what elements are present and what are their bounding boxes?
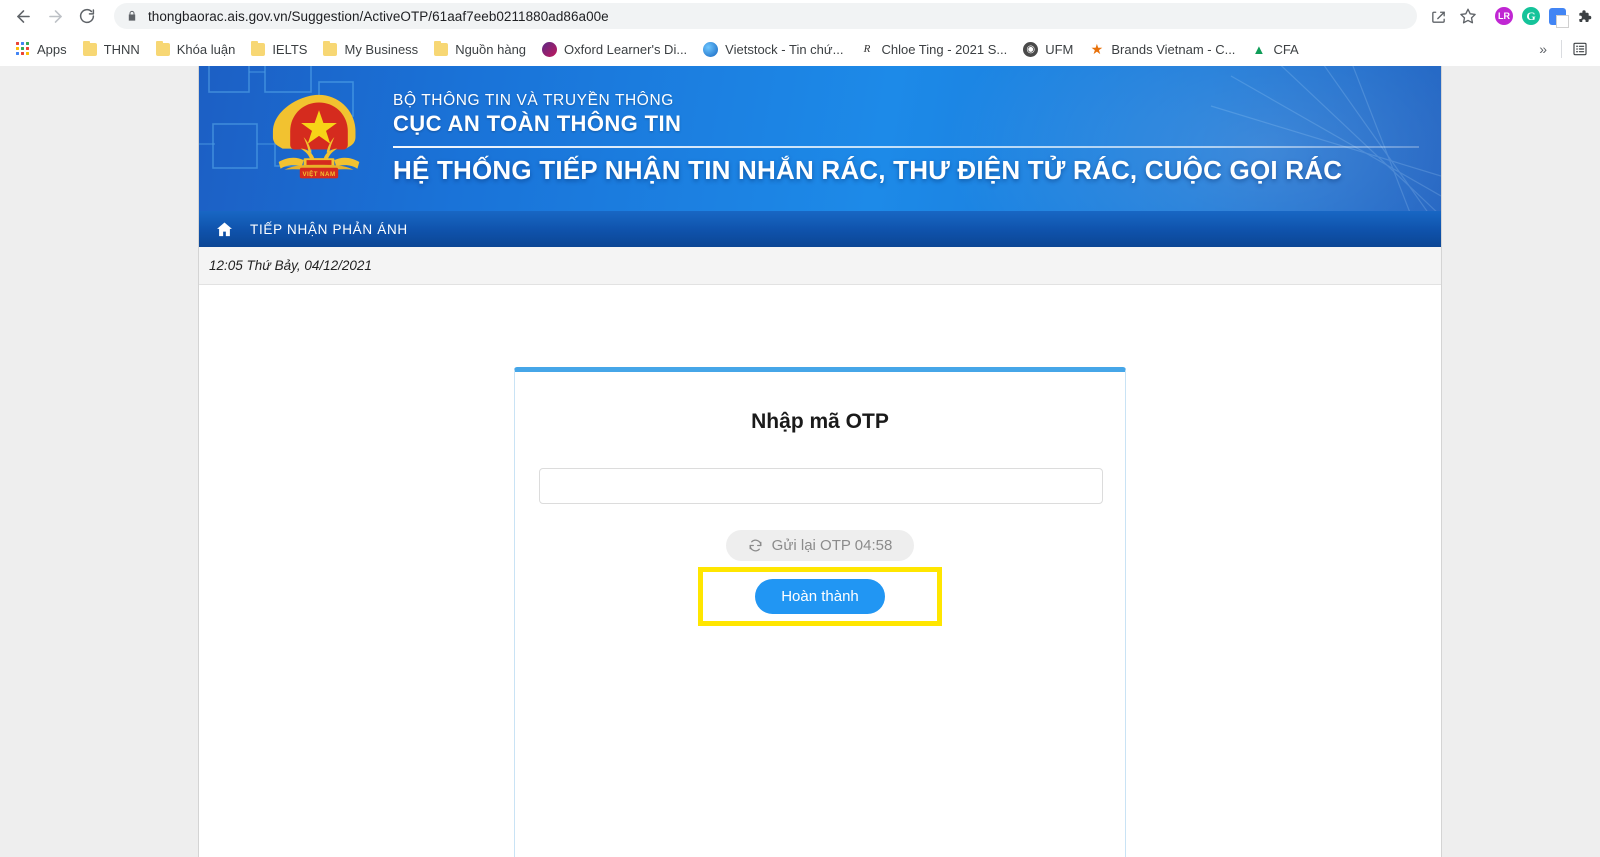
bookmark-star-icon[interactable] bbox=[1455, 3, 1481, 29]
system-title: HỆ THỐNG TIẾP NHẬN TIN NHẮN RÁC, THƯ ĐIỆ… bbox=[393, 154, 1343, 185]
toolbar-actions: LR G bbox=[1425, 3, 1592, 29]
nav-item-tiep-nhan-phan-anh[interactable]: TIẾP NHẬN PHẢN ÁNH bbox=[250, 222, 408, 237]
bookmark-oxford[interactable]: Oxford Learner's Di... bbox=[534, 39, 695, 60]
bookmark-label: Nguồn hàng bbox=[455, 41, 527, 57]
bookmark-label: Khóa luận bbox=[176, 41, 236, 57]
cfa-favicon: ▲ bbox=[1252, 41, 1266, 57]
banner-text-block: BỘ THÔNG TIN VÀ TRUYỀN THÔNG CỤC AN TOÀN… bbox=[393, 91, 1441, 186]
bookmarks-overflow-area: » bbox=[1535, 40, 1592, 58]
bookmark-brands-vietnam[interactable]: ★ Brands Vietnam - C... bbox=[1081, 39, 1243, 60]
refresh-icon bbox=[748, 538, 763, 553]
bookmark-label: IELTS bbox=[272, 41, 308, 57]
svg-text:VIỆT NAM: VIỆT NAM bbox=[302, 169, 335, 177]
site-banner: VIỆT NAM BỘ THÔNG TIN VÀ TRUYỀN THÔNG CỤ… bbox=[199, 66, 1441, 211]
datetime-strip: 12:05 Thứ Bảy, 04/12/2021 bbox=[199, 247, 1441, 285]
forward-button[interactable] bbox=[40, 2, 70, 30]
datetime-text: 12:05 Thứ Bảy, 04/12/2021 bbox=[209, 258, 372, 273]
banner-inner: VIỆT NAM BỘ THÔNG TIN VÀ TRUYỀN THÔNG CỤ… bbox=[199, 66, 1441, 211]
folder-icon bbox=[82, 40, 97, 56]
bookmark-nguon-hang[interactable]: Nguồn hàng bbox=[426, 39, 534, 60]
address-bar[interactable]: thongbaorac.ais.gov.vn/Suggestion/Active… bbox=[114, 3, 1417, 29]
bookmark-label: Vietstock - Tin chứ... bbox=[725, 41, 844, 57]
submit-button[interactable]: Hoàn thành bbox=[755, 579, 885, 614]
resend-row: Gửi lại OTP 04:58 bbox=[539, 530, 1101, 561]
page-viewport: VIỆT NAM BỘ THÔNG TIN VÀ TRUYỀN THÔNG CỤ… bbox=[0, 66, 1600, 857]
bookmark-label: CFA bbox=[1273, 41, 1299, 57]
folder-icon bbox=[155, 40, 170, 56]
extension-icons: LR G bbox=[1485, 7, 1592, 28]
bookmark-label: Chloe Ting - 2021 S... bbox=[881, 41, 1008, 57]
bookmark-my-business[interactable]: My Business bbox=[315, 39, 426, 60]
home-icon[interactable] bbox=[215, 220, 234, 239]
bookmark-label: THNN bbox=[103, 41, 140, 57]
bookmark-label: Oxford Learner's Di... bbox=[564, 41, 688, 57]
google-translate-extension-icon[interactable] bbox=[1549, 7, 1569, 28]
site-navbar: TIẾP NHẬN PHẢN ÁNH bbox=[199, 211, 1441, 247]
vietnam-emblem-icon: VIỆT NAM bbox=[272, 94, 360, 178]
bookmarks-overflow-icon[interactable]: » bbox=[1535, 41, 1551, 57]
bookmark-chloe-ting[interactable]: R Chloe Ting - 2021 S... bbox=[851, 39, 1015, 60]
bookmark-ufm[interactable]: ◉ UFM bbox=[1015, 39, 1081, 60]
banner-divider bbox=[393, 145, 1419, 148]
submit-highlight-box: Hoàn thành bbox=[698, 567, 942, 626]
bookmarks-bar: Apps THNN Khóa luận IELTS My Business Ng… bbox=[0, 32, 1600, 66]
bookmark-khoa-luan[interactable]: Khóa luận bbox=[148, 39, 244, 60]
resend-otp-button[interactable]: Gửi lại OTP 04:58 bbox=[725, 530, 915, 561]
department-name: CỤC AN TOÀN THÔNG TIN bbox=[393, 111, 682, 137]
reload-button[interactable] bbox=[72, 2, 102, 30]
extensions-puzzle-icon[interactable] bbox=[1575, 8, 1592, 25]
share-icon[interactable] bbox=[1425, 3, 1451, 29]
lr-extension-icon[interactable]: LR bbox=[1495, 7, 1513, 25]
apps-grid-icon bbox=[16, 42, 30, 56]
bookmark-apps-label: Apps bbox=[37, 41, 67, 57]
bookmark-cfa[interactable]: ▲ CFA bbox=[1243, 39, 1306, 60]
grammarly-extension-icon[interactable]: G bbox=[1522, 7, 1540, 25]
main-content: Nhập mã OTP Gửi lại OTP 04:58 Hoàn thành bbox=[199, 285, 1441, 857]
bookmark-label: Brands Vietnam - C... bbox=[1111, 41, 1236, 57]
divider bbox=[1561, 40, 1562, 58]
bookmark-apps[interactable]: Apps bbox=[8, 39, 75, 60]
folder-icon bbox=[251, 40, 266, 56]
bookmark-vietstock[interactable]: Vietstock - Tin chứ... bbox=[695, 39, 851, 60]
otp-card: Nhập mã OTP Gửi lại OTP 04:58 Hoàn thành bbox=[514, 367, 1126, 857]
bookmark-ielts[interactable]: IELTS bbox=[243, 39, 315, 60]
chloeting-favicon: R bbox=[859, 41, 875, 57]
url-text: thongbaorac.ais.gov.vn/Suggestion/Active… bbox=[148, 8, 609, 24]
browser-toolbar: thongbaorac.ais.gov.vn/Suggestion/Active… bbox=[0, 0, 1600, 32]
ufm-favicon: ◉ bbox=[1023, 41, 1039, 57]
ministry-name: BỘ THÔNG TIN VÀ TRUYỀN THÔNG bbox=[393, 92, 674, 110]
folder-icon bbox=[434, 40, 449, 56]
otp-input[interactable] bbox=[539, 468, 1103, 504]
lock-icon[interactable] bbox=[126, 9, 138, 23]
bookmark-thnn[interactable]: THNN bbox=[75, 39, 148, 60]
folder-icon bbox=[323, 40, 338, 56]
vietstock-favicon bbox=[703, 41, 719, 57]
otp-title: Nhập mã OTP bbox=[751, 410, 889, 433]
bookmark-label: My Business bbox=[344, 41, 419, 57]
page-content: VIỆT NAM BỘ THÔNG TIN VÀ TRUYỀN THÔNG CỤ… bbox=[198, 66, 1442, 857]
star-favicon: ★ bbox=[1090, 40, 1104, 57]
back-button[interactable] bbox=[8, 2, 38, 30]
reading-list-icon[interactable] bbox=[1572, 41, 1588, 57]
oxford-favicon bbox=[542, 41, 558, 57]
bookmark-label: UFM bbox=[1045, 41, 1074, 57]
browser-chrome: thongbaorac.ais.gov.vn/Suggestion/Active… bbox=[0, 0, 1600, 66]
resend-otp-label: Gửi lại OTP 04:58 bbox=[771, 537, 893, 554]
